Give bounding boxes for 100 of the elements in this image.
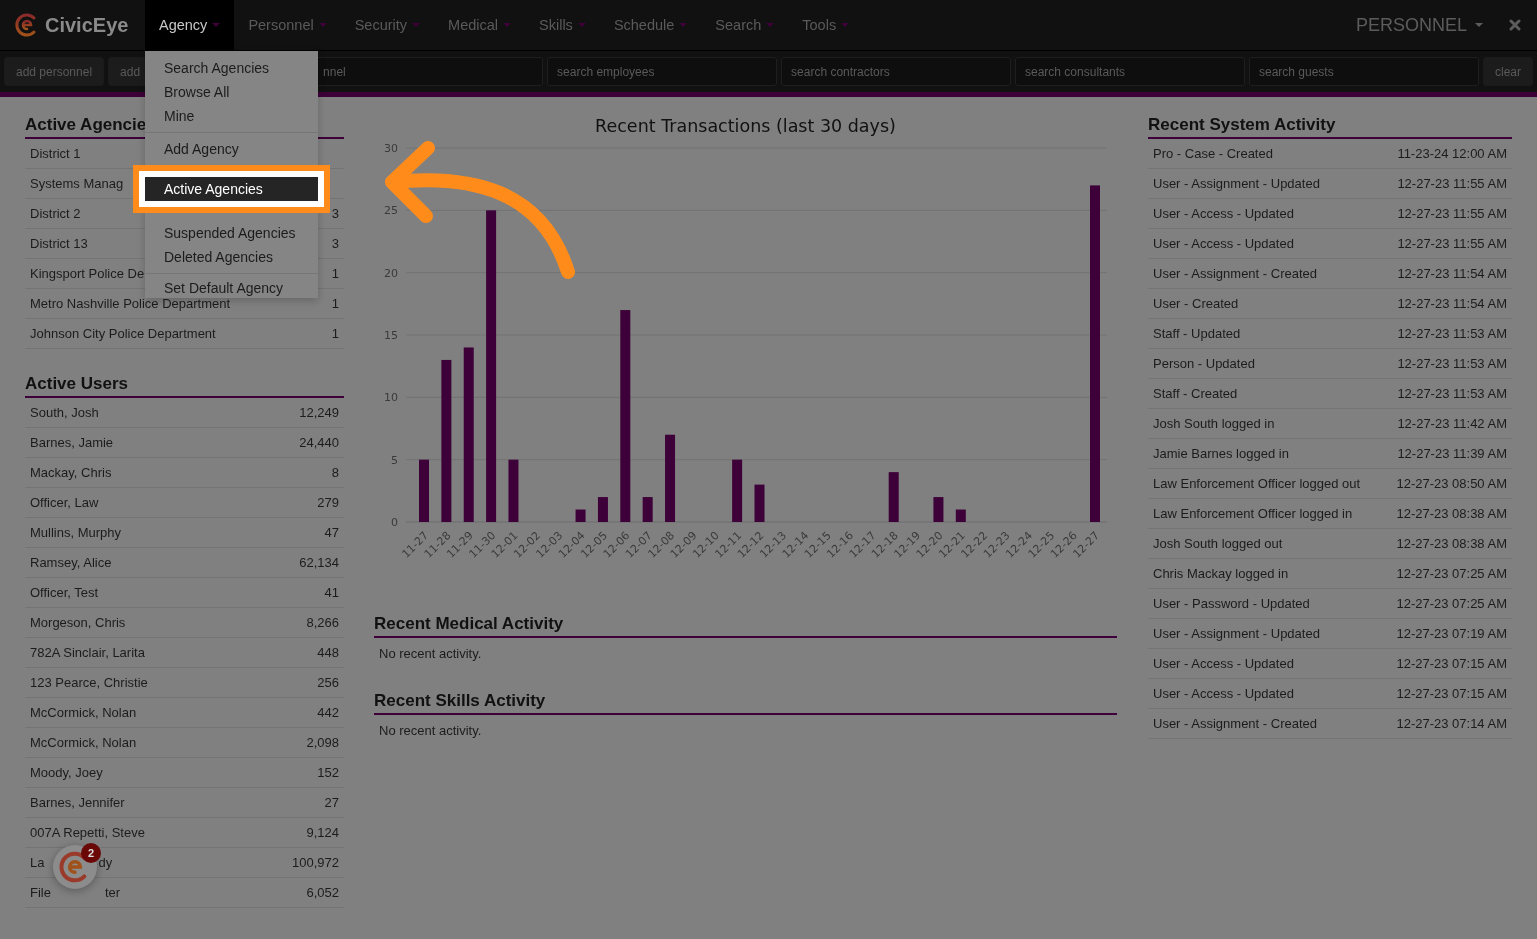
chart-title: Recent Transactions (last 30 days) [594, 116, 897, 136]
activity-event: Chris Mackay logged in [1153, 566, 1289, 581]
user-name[interactable]: dy [98, 855, 113, 870]
agency-count: 3 [331, 236, 339, 251]
user-count: 442 [317, 705, 339, 720]
nav-menu[interactable]: Personnel [234, 0, 341, 50]
user-count: 27 [324, 795, 339, 810]
user-count: 6,052 [306, 885, 339, 900]
nav-menu[interactable]: Medical [434, 0, 526, 50]
user-name[interactable]: Mackay, Chris [30, 465, 112, 480]
activity-event: User - Assignment - Updated [1153, 626, 1320, 641]
user-count: 8 [331, 465, 339, 480]
search-field[interactable]: search consultants [1015, 57, 1245, 86]
section-heading: Recent Skills Activity [374, 691, 1117, 715]
chart-bar [754, 484, 765, 522]
activity-event: User - Created [1153, 296, 1239, 311]
user-count: 47 [324, 525, 339, 540]
agency-count: 3 [331, 206, 339, 221]
activity-event: User - Password - Updated [1153, 596, 1310, 611]
user-name[interactable]: La [30, 855, 45, 870]
brand-name: CivicEye [45, 13, 129, 37]
activity-time: 12-27-23 11:54 AM [1397, 266, 1507, 281]
activity-event: Person - Updated [1153, 356, 1255, 371]
activity-event: Josh South logged out [1153, 536, 1283, 551]
search-field[interactable]: search employees [547, 57, 778, 86]
chart-bar [955, 509, 966, 522]
agency-name[interactable]: Metro Nashville Police Department [30, 296, 231, 311]
nav-menu[interactable]: Tools [788, 0, 864, 50]
user-name[interactable]: 007A Repetti, Steve [30, 825, 145, 840]
user-name[interactable]: Barnes, Jennifer [30, 795, 125, 810]
nav-menu[interactable]: Skills [525, 0, 600, 50]
y-axis-label: 0 [391, 516, 398, 529]
activity-time: 12-27-23 11:54 AM [1397, 296, 1507, 311]
search-field[interactable]: search contractors [781, 57, 1011, 86]
clear-button[interactable]: clear [1483, 57, 1533, 86]
menu-item[interactable]: Set Default Agency [145, 278, 318, 298]
menu-item[interactable]: Add Agency [145, 137, 318, 161]
nav-menu[interactable]: Security [340, 0, 435, 50]
activity-time: 12-27-23 11:42 AM [1397, 416, 1507, 431]
activity-time: 12-27-23 11:53 AM [1397, 356, 1507, 371]
close-icon[interactable] [1509, 19, 1521, 31]
agency-name[interactable]: District 1 [30, 146, 81, 161]
empty-message: No recent activity. [379, 646, 483, 661]
activity-event: Law Enforcement Officer logged in [1153, 506, 1353, 521]
search-field[interactable]: search guests [1249, 57, 1479, 86]
activity-time: 12-27-23 11:53 AM [1397, 326, 1507, 341]
agency-name[interactable]: Kingsport Police De [30, 266, 145, 281]
activity-time: 12-27-23 07:15 AM [1396, 656, 1507, 671]
chart-bar [732, 459, 743, 522]
add-personnel-button[interactable]: add personnel [4, 57, 105, 86]
activity-event: User - Assignment - Created [1153, 266, 1317, 281]
agency-name[interactable]: Johnson City Police Department [30, 326, 216, 341]
agency-count: 1 [331, 266, 339, 281]
nav-menu[interactable]: Search [701, 0, 789, 50]
user-name[interactable]: South, Josh [30, 405, 99, 420]
user-count: 9,124 [306, 825, 339, 840]
activity-event: Josh South logged in [1153, 416, 1275, 431]
activity-time: 12-27-23 08:50 AM [1396, 476, 1507, 491]
user-name[interactable]: File [30, 885, 51, 900]
agency-name[interactable]: District 2 [30, 206, 81, 221]
chart-bar [419, 459, 429, 522]
y-axis-label: 30 [384, 142, 398, 155]
user-count: 24,440 [299, 435, 339, 450]
user-name[interactable]: Ramsey, Alice [30, 555, 112, 570]
account-menu[interactable]: PERSONNEL [1349, 13, 1489, 37]
activity-event: Jamie Barnes logged in [1153, 446, 1289, 461]
chart-bar [888, 472, 899, 522]
user-name[interactable]: Mullins, Murphy [30, 525, 122, 540]
user-name[interactable]: 782A Sinclair, Larita [30, 645, 145, 660]
chart-bar [508, 459, 519, 522]
user-name[interactable]: ter [104, 885, 121, 900]
activity-time: 12-27-23 11:55 AM [1397, 236, 1507, 251]
empty-message: No recent activity. [379, 723, 483, 738]
nav-menu[interactable]: Schedule [599, 0, 702, 50]
section-heading: Active Users [25, 374, 344, 398]
user-count: 2,098 [306, 735, 339, 750]
user-name[interactable]: Officer, Test [30, 585, 99, 600]
user-name[interactable]: Barnes, Jamie [30, 435, 114, 450]
y-axis-label: 25 [384, 204, 398, 218]
chart-bar [575, 509, 586, 522]
agency-name[interactable]: District 13 [30, 236, 88, 251]
y-axis-label: 15 [384, 329, 398, 342]
user-name[interactable]: Moody, Joey [30, 765, 103, 780]
user-name[interactable]: McCormick, Nolan [30, 705, 137, 720]
user-name[interactable]: Officer, Law [30, 495, 99, 510]
nav-menu[interactable]: Agency [145, 0, 235, 50]
section-heading: Recent System Activity [1148, 115, 1512, 139]
user-name[interactable]: Morgeson, Chris [30, 615, 126, 630]
agency-name[interactable]: Systems Manag [30, 176, 124, 191]
menu-item[interactable]: Suspended Agencies [145, 221, 318, 245]
user-name[interactable]: 123 Pearce, Christie [30, 675, 148, 690]
user-name[interactable]: McCormick, Nolan [30, 735, 137, 750]
activity-event: Pro - Case - Created [1153, 146, 1273, 161]
menu-item[interactable]: Deleted Agencies [145, 245, 318, 269]
activity-event: User - Assignment - Updated [1153, 176, 1320, 191]
activity-time: 12-27-23 07:25 AM [1396, 596, 1507, 611]
activity-time: 12-27-23 07:19 AM [1396, 626, 1507, 641]
activity-time: 12-27-23 11:55 AM [1397, 206, 1507, 221]
user-count: 41 [324, 585, 339, 600]
user-count: 62,134 [299, 555, 339, 570]
